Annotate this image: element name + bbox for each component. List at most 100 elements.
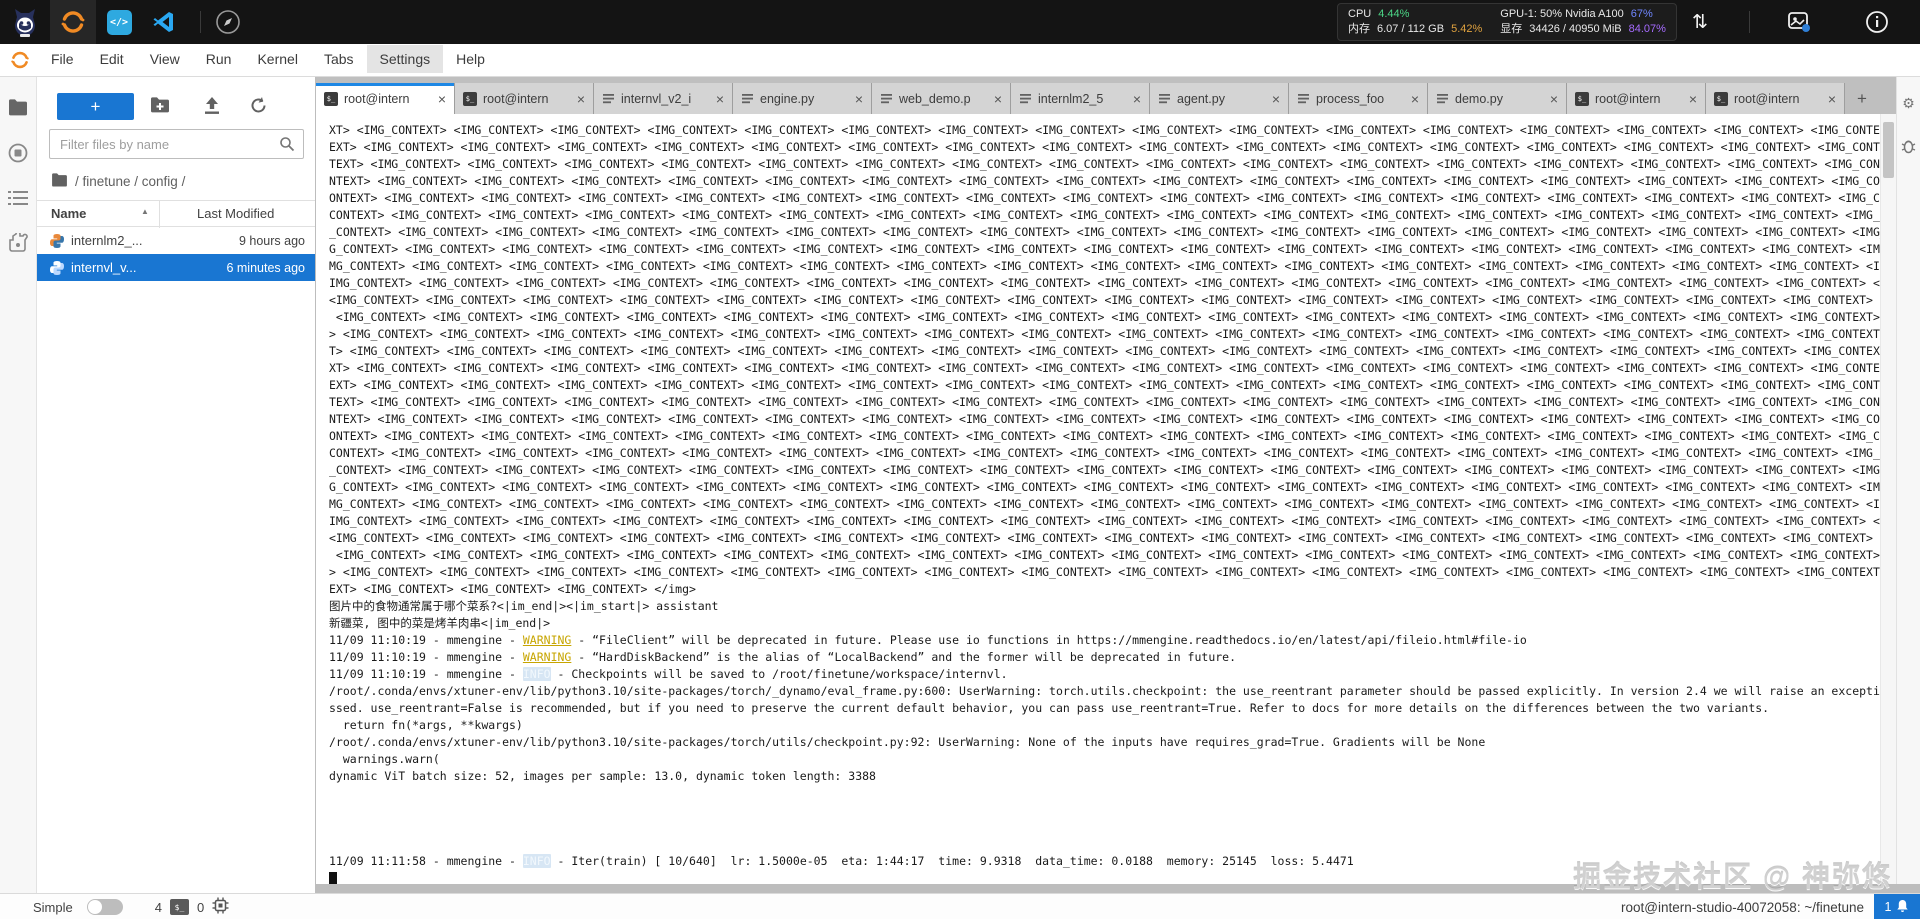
terminal-panel[interactable]: XT> <IMG_CONTEXT> <IMG_CONTEXT> <IMG_CON… <box>316 114 1896 884</box>
menu-item-run[interactable]: Run <box>193 45 245 73</box>
tab-title: internlm2_5 <box>1038 91 1104 106</box>
info-icon[interactable] <box>1834 0 1920 44</box>
terminal-icon: $_ <box>1714 91 1728 106</box>
tab-root-intern[interactable]: $_ root@intern × <box>316 83 455 114</box>
new-folder-icon[interactable] <box>150 96 170 119</box>
menu-item-kernel[interactable]: Kernel <box>244 45 310 73</box>
simple-mode-toggle[interactable] <box>86 899 123 915</box>
name-column-header[interactable]: Name <box>51 206 86 221</box>
terminal-line: CONTEXT> <IMG_CONTEXT> <IMG_CONTEXT> <IM… <box>329 208 1880 222</box>
python-file-icon <box>50 233 64 248</box>
terminal-line: NTEXT> <IMG_CONTEXT> <IMG_CONTEXT> <IMG_… <box>329 174 1880 188</box>
tab-root-intern[interactable]: $_ root@intern × <box>1706 83 1845 114</box>
image-preview-icon[interactable] <box>1764 0 1834 44</box>
running-sessions-icon[interactable] <box>8 143 28 168</box>
file-row[interactable]: internvl_v... 6 minutes ago <box>37 254 315 281</box>
new-tab-button[interactable]: + <box>1845 83 1879 114</box>
terminal-line: G_CONTEXT> <IMG_CONTEXT> <IMG_CONTEXT> <… <box>329 242 1880 256</box>
new-launcher-button[interactable]: + <box>57 93 134 120</box>
scrollbar-thumb[interactable] <box>1883 122 1894 178</box>
close-icon[interactable]: × <box>1826 91 1838 107</box>
close-icon[interactable]: × <box>1687 91 1699 107</box>
menu-item-view[interactable]: View <box>137 45 193 73</box>
terminal-line: return fn(*args, **kwargs) <box>329 718 523 732</box>
tab-root-intern[interactable]: $_ root@intern × <box>1567 83 1706 114</box>
file-modified: 6 minutes ago <box>226 260 305 275</box>
tab-engine-py[interactable]: engine.py × <box>733 83 872 114</box>
breadcrumb-path[interactable]: / finetune / config / <box>75 174 185 189</box>
session-path-label: root@intern-studio-40072058: ~/finetune <box>1621 899 1864 915</box>
internlm-logo-icon[interactable] <box>50 0 96 44</box>
text-file-icon <box>1158 92 1171 105</box>
terminal-output[interactable]: XT> <IMG_CONTEXT> <IMG_CONTEXT> <IMG_CON… <box>316 114 1880 884</box>
terminal-line: <IMG_CONTEXT> <IMG_CONTEXT> <IMG_CONTEXT… <box>329 531 1880 545</box>
close-icon[interactable]: × <box>575 91 587 107</box>
refresh-icon[interactable] <box>249 96 268 120</box>
watermark: 掘金技术社区 @ 神弥悠 <box>1573 861 1892 892</box>
file-list-header[interactable]: Name ▲ Last Modified <box>37 200 315 228</box>
tab-internvl-v2-i[interactable]: internvl_v2_i × <box>594 83 733 114</box>
file-row[interactable]: internlm2_... 9 hours ago <box>37 227 315 254</box>
file-browser-panel: + / finetune / config / Name ▲ <box>37 77 316 893</box>
terminal-line: IMG_CONTEXT> <IMG_CONTEXT> <IMG_CONTEXT>… <box>329 514 1880 528</box>
terminal-line: <IMG_CONTEXT> <IMG_CONTEXT> <IMG_CONTEXT… <box>335 548 1880 562</box>
vram-value: 34426 / 40950 MiB <box>1529 23 1622 35</box>
vram-label: 显存 <box>1500 23 1523 35</box>
extension-manager-icon[interactable] <box>8 231 28 258</box>
upload-icon[interactable] <box>203 96 221 120</box>
file-browser-icon[interactable] <box>8 99 28 121</box>
tab-agent-py[interactable]: agent.py × <box>1150 83 1289 114</box>
terminal-line: TEXT> <IMG_CONTEXT> <IMG_CONTEXT> <IMG_C… <box>329 395 1880 409</box>
terminal-line: EXT> <IMG_CONTEXT> <IMG_CONTEXT> <IMG_CO… <box>329 140 1880 154</box>
tab-title: web_demo.p <box>899 91 971 106</box>
tab-demo-py[interactable]: demo.py × <box>1428 83 1567 114</box>
studio-mascot-logo-icon[interactable] <box>0 0 50 44</box>
close-icon[interactable]: × <box>1409 91 1421 107</box>
property-inspector-gear-icon[interactable]: ⚙ <box>1902 95 1915 112</box>
mem-percent: 5.42% <box>1451 23 1483 35</box>
tab-web-demo-p[interactable]: web_demo.p × <box>872 83 1011 114</box>
close-icon[interactable]: × <box>1270 91 1282 107</box>
terminal-scrollbar[interactable] <box>1880 114 1896 884</box>
terminal-line: warnings.warn( <box>329 752 440 766</box>
tab-title: root@intern <box>344 91 410 106</box>
tab-internlm2-5[interactable]: internlm2_5 × <box>1011 83 1150 114</box>
close-icon[interactable]: × <box>1131 91 1143 107</box>
transfer-icon[interactable]: ⇅ <box>1665 11 1735 34</box>
cpu-label: CPU <box>1348 8 1372 20</box>
terminal-icon: $_ <box>324 91 338 106</box>
terminal-line: > <IMG_CONTEXT> <IMG_CONTEXT> <IMG_CONTE… <box>329 565 1880 579</box>
terminal-line: XT> <IMG_CONTEXT> <IMG_CONTEXT> <IMG_CON… <box>329 123 1880 137</box>
close-icon[interactable]: × <box>436 91 448 107</box>
menu-item-help[interactable]: Help <box>443 45 498 73</box>
tab-root-intern[interactable]: $_ root@intern × <box>455 83 594 114</box>
close-icon[interactable]: × <box>853 91 865 107</box>
close-icon[interactable]: × <box>1548 91 1560 107</box>
breadcrumb[interactable]: / finetune / config / <box>51 173 315 190</box>
terminal-cursor <box>329 871 337 884</box>
menu-item-edit[interactable]: Edit <box>87 45 137 73</box>
tab-process-foo[interactable]: process_foo × <box>1289 83 1428 114</box>
close-icon[interactable]: × <box>714 91 726 107</box>
modified-column-header[interactable]: Last Modified <box>197 206 274 221</box>
menu-item-settings[interactable]: Settings <box>366 45 444 73</box>
notification-count: 1 <box>1884 900 1892 914</box>
terminal-line: ONTEXT> <IMG_CONTEXT> <IMG_CONTEXT> <IMG… <box>329 191 1880 205</box>
tab-title: agent.py <box>1177 91 1225 106</box>
notifications-button[interactable]: 1 <box>1874 894 1920 919</box>
terminal-line: XT> <IMG_CONTEXT> <IMG_CONTEXT> <IMG_CON… <box>329 361 1880 375</box>
dock-tab-bar: $_ root@intern × $_ root@intern × internvl_v2_… <box>316 77 1896 114</box>
close-icon[interactable]: × <box>992 91 1004 107</box>
table-of-contents-icon[interactable] <box>8 190 28 211</box>
menu-item-file[interactable]: File <box>38 45 87 73</box>
mem-label: 内存 <box>1348 23 1370 35</box>
menu-item-tabs[interactable]: Tabs <box>311 45 367 73</box>
code-server-icon[interactable]: </> <box>96 0 142 44</box>
terminals-count: 4 <box>154 899 162 915</box>
debugger-bug-icon[interactable] <box>1901 138 1916 159</box>
compass-icon[interactable] <box>215 0 241 44</box>
text-file-icon <box>602 92 615 105</box>
vscode-icon[interactable] <box>142 0 186 44</box>
cpu-percent: 4.44% <box>1378 8 1410 20</box>
filter-files-input[interactable] <box>49 129 304 159</box>
